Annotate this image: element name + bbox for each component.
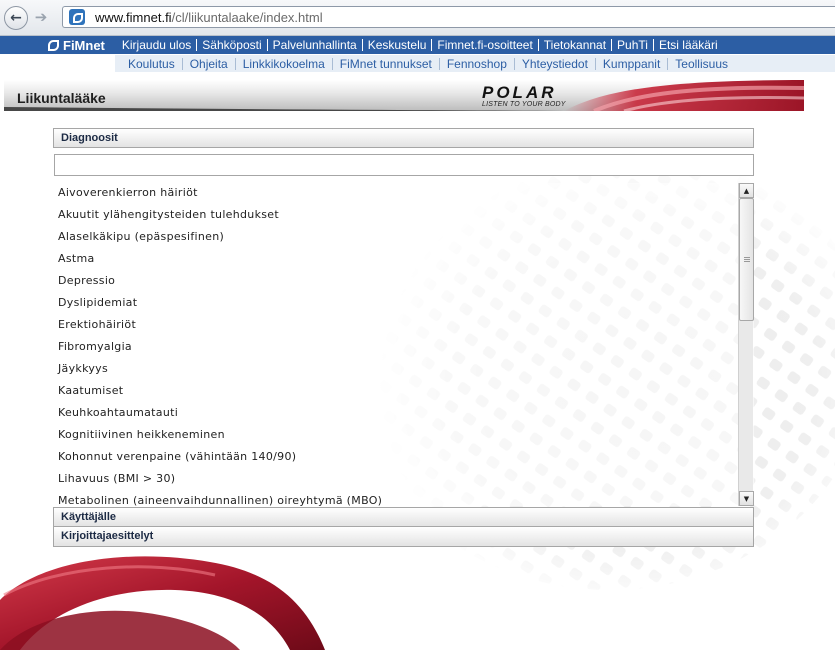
url-path: /cl/liikuntalaake/index.html — [171, 9, 323, 25]
list-item[interactable]: Metabolinen (aineenvaihdunnallinen) oire… — [58, 494, 382, 506]
grip-icon — [743, 256, 750, 263]
scroll-up-button[interactable]: ▲ — [739, 183, 754, 198]
list-item[interactable]: Kohonnut verenpaine (vähintään 140/90) — [58, 450, 296, 463]
subnav-linkkikokoelma[interactable]: Linkkikokoelma — [236, 57, 333, 70]
diagnosis-list-scrollbar[interactable]: ▲ ▼ — [738, 183, 754, 506]
diagnosis-list: Aivoverenkierron häiriöt Akuutit yläheng… — [53, 183, 754, 506]
nav-fimnet-osoitteet[interactable]: Fimnet.fi-osoitteet — [432, 39, 539, 51]
list-item[interactable]: Aivoverenkierron häiriöt — [58, 186, 198, 199]
polar-logo: POLAR LISTEN TO YOUR BODY — [482, 83, 566, 108]
accordion-header-kayttajalle[interactable]: Käyttäjälle — [53, 507, 754, 527]
nav-tietokannat[interactable]: Tietokannat — [539, 39, 613, 51]
subnav-kumppanit[interactable]: Kumppanit — [596, 57, 669, 70]
back-button[interactable]: ← — [4, 6, 28, 30]
header-swoosh — [4, 80, 804, 111]
list-item[interactable]: Fibromyalgia — [58, 340, 132, 353]
fimnet-logo-text: FiMnet — [63, 37, 105, 53]
list-item[interactable]: Keuhkoahtaumatauti — [58, 406, 178, 419]
nav-palvelunhallinta[interactable]: Palvelunhallinta — [268, 39, 363, 51]
nav-sahkoposti[interactable]: Sähköposti — [197, 39, 268, 51]
polar-tagline: LISTEN TO YOUR BODY — [482, 101, 566, 108]
accordion-header-kirjoittajaesittelyt[interactable]: Kirjoittajaesittelyt — [53, 527, 754, 547]
subnav-koulutus[interactable]: Koulutus — [121, 57, 183, 70]
list-item[interactable]: Akuutit ylähengitysteiden tulehdukset — [58, 208, 279, 221]
list-item[interactable]: Kognitiivinen heikkeneminen — [58, 428, 225, 441]
site-favicon-icon — [69, 9, 85, 25]
subnav-ohjeita[interactable]: Ohjeita — [183, 57, 236, 70]
nav-puhti[interactable]: PuhTi — [612, 39, 654, 51]
list-item[interactable]: Lihavuus (BMI > 30) — [58, 472, 175, 485]
address-bar[interactable]: www.fimnet.fi/cl/liikuntalaake/index.htm… — [62, 6, 835, 28]
list-item[interactable]: Erektiohäiriöt — [58, 318, 136, 331]
fimnet-logo[interactable]: FiMnet — [48, 38, 105, 53]
fimnet-sub-nav: Koulutus Ohjeita Linkkikokoelma FiMnet t… — [115, 55, 835, 72]
fimnet-main-nav: FiMnet Kirjaudu ulos Sähköposti Palvelun… — [0, 36, 835, 54]
nav-keskustelu[interactable]: Keskustelu — [363, 39, 433, 51]
url-host: www.fimnet.fi — [95, 9, 172, 25]
app-header: Liikuntalääke POLAR LISTEN TO YOUR BODY — [4, 80, 804, 111]
triangle-down-icon: ▼ — [743, 494, 750, 503]
triangle-up-icon: ▲ — [743, 186, 750, 195]
arrow-right-icon: ➔ — [34, 7, 48, 26]
arrow-left-icon: ← — [10, 10, 22, 26]
polar-logo-text: POLAR — [482, 83, 557, 102]
list-item[interactable]: Kaatumiset — [58, 384, 123, 397]
fimnet-logo-icon — [48, 39, 59, 51]
accordion-header-diagnoosit[interactable]: Diagnoosit — [53, 128, 754, 148]
forward-button[interactable]: ➔ — [30, 6, 52, 28]
nav-kirjaudu-ulos[interactable]: Kirjaudu ulos — [117, 39, 198, 51]
page-title: Liikuntalääke — [17, 90, 106, 106]
subnav-fennoshop[interactable]: Fennoshop — [440, 57, 515, 70]
list-item[interactable]: Dyslipidemiat — [58, 296, 137, 309]
nav-etsi-laakari[interactable]: Etsi lääkäri — [654, 39, 723, 51]
list-item[interactable]: Depressio — [58, 274, 115, 287]
list-item[interactable]: Alaselkäkipu (epäspesifinen) — [58, 230, 224, 243]
subnav-fimnet-tunnukset[interactable]: FiMnet tunnukset — [333, 57, 440, 70]
subnav-yhteystiedot[interactable]: Yhteystiedot — [515, 57, 596, 70]
scroll-down-button[interactable]: ▼ — [739, 491, 754, 506]
url-text: www.fimnet.fi/cl/liikuntalaake/index.htm… — [95, 10, 323, 25]
list-item[interactable]: Astma — [58, 252, 95, 265]
browser-toolbar: ← ➔ www.fimnet.fi/cl/liikuntalaake/index… — [0, 0, 835, 36]
scrollbar-thumb[interactable] — [739, 198, 754, 321]
diagnosis-filter-input[interactable] — [54, 154, 754, 176]
list-item[interactable]: Jäykkyys — [58, 362, 108, 375]
subnav-teollisuus[interactable]: Teollisuus — [668, 58, 735, 70]
